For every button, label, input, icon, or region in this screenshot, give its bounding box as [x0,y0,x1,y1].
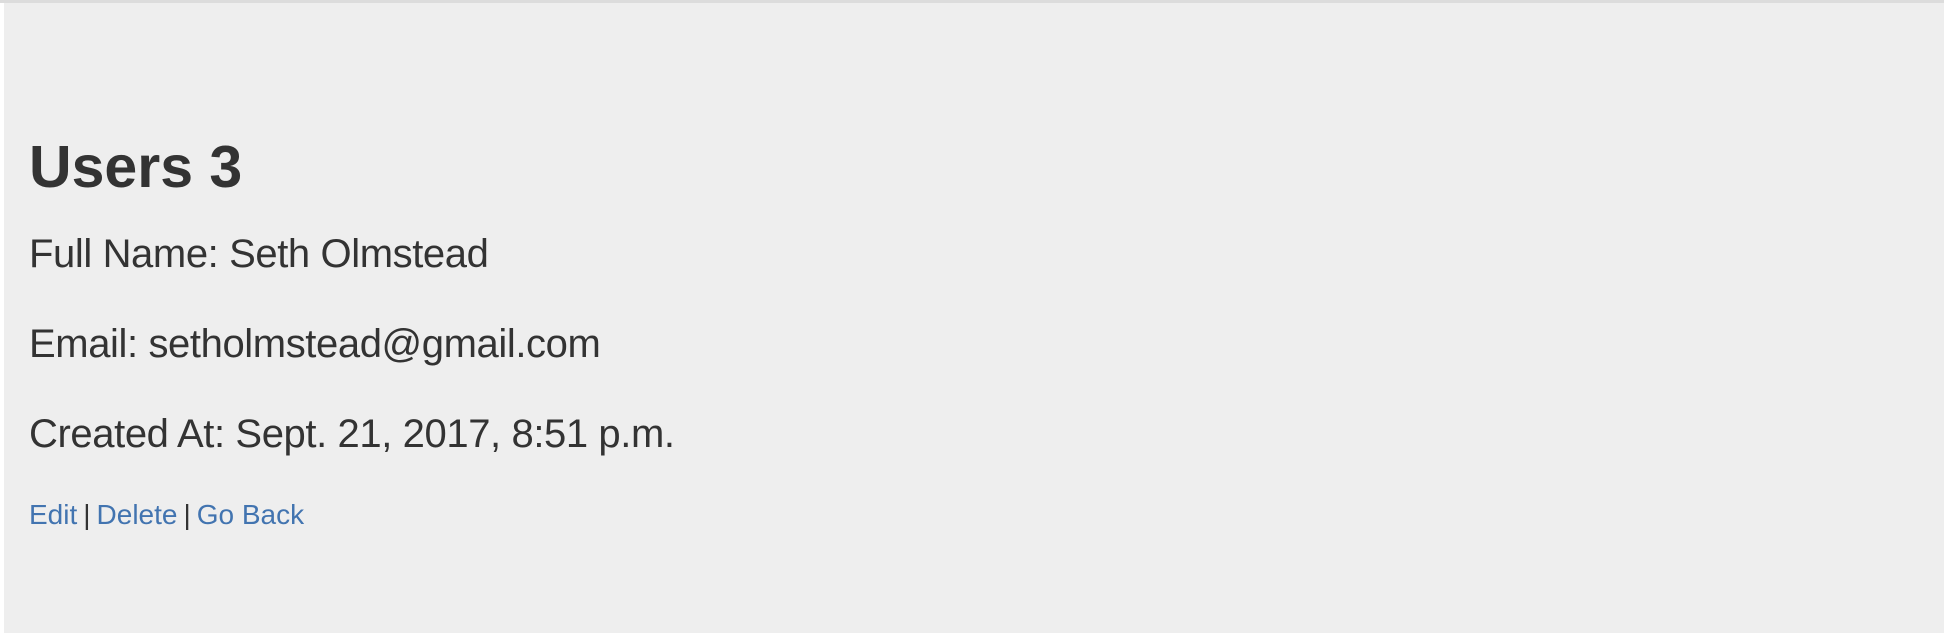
link-separator: | [183,499,191,530]
action-links: Edit | Delete | Go Back [29,498,304,532]
page-content [4,3,1944,633]
edit-link[interactable]: Edit [29,499,77,530]
delete-link[interactable]: Delete [97,499,178,530]
link-separator: | [83,499,91,530]
browser-viewport: Users 3 Full Name: Seth Olmstead Email: … [0,0,1944,636]
created-at-text: Created At: Sept. 21, 2017, 8:51 p.m. [29,412,675,456]
email-text: Email: setholmstead@gmail.com [29,322,601,366]
page-title: Users 3 [29,134,243,200]
go-back-link[interactable]: Go Back [197,499,304,530]
full-name-text: Full Name: Seth Olmstead [29,232,489,276]
